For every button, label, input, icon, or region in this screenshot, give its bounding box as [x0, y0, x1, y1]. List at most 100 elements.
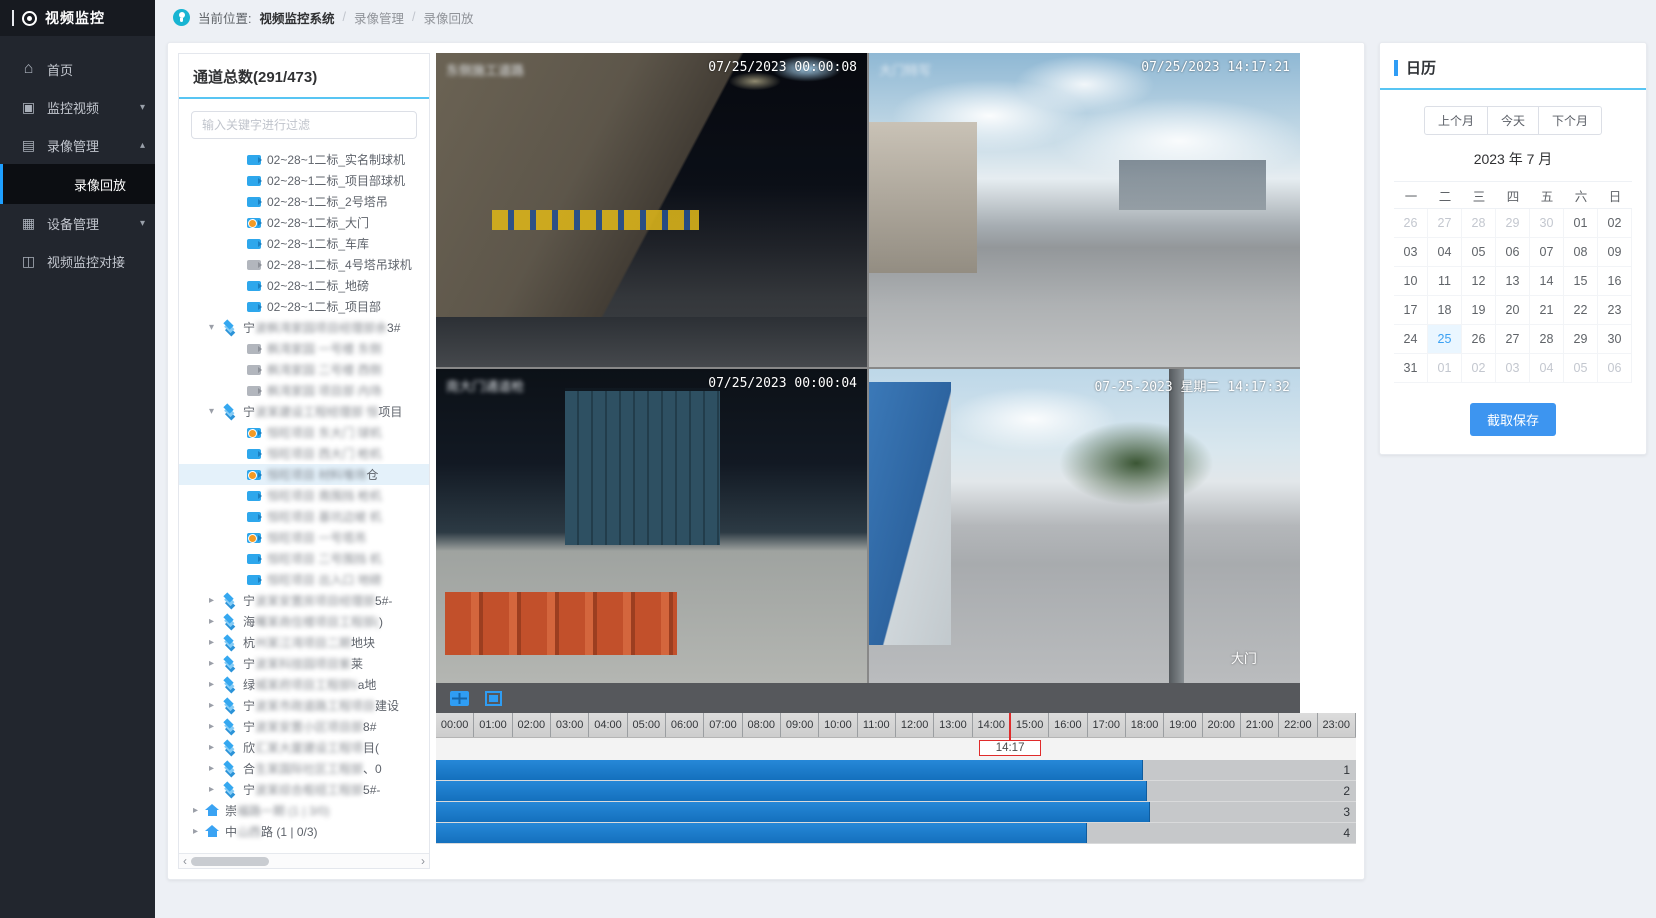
capture-save-button[interactable]: 截取保存 — [1470, 403, 1556, 436]
tree-expander-icon[interactable] — [209, 595, 221, 606]
calendar-day[interactable]: 03 — [1496, 354, 1530, 383]
calendar-day[interactable]: 14 — [1530, 267, 1564, 296]
hour-cell[interactable]: 10:00 — [819, 713, 857, 737]
tree-item[interactable]: 枫湾家园 一号楼 东侧 — [179, 338, 429, 359]
tree-item[interactable]: 海曙某商住楼项目工程部() — [179, 611, 429, 632]
hour-cell[interactable]: 01:00 — [474, 713, 512, 737]
tree-item[interactable]: 合生某国际社区工程部、0 — [179, 758, 429, 779]
hour-cell[interactable]: 19:00 — [1164, 713, 1202, 737]
tree-item[interactable]: 02~28~1二标_大门 — [179, 212, 429, 233]
tree-item[interactable]: 宁波某安置小区项目部8# — [179, 716, 429, 737]
scroll-left-icon[interactable]: ‹ — [183, 856, 187, 866]
calendar-day[interactable]: 02 — [1462, 354, 1496, 383]
tree-item[interactable]: 枫湾家园 二号楼 西侧 — [179, 359, 429, 380]
tree-horizontal-scrollbar[interactable]: ‹ › — [179, 853, 429, 868]
calendar-day[interactable]: 27 — [1496, 325, 1530, 354]
calendar-day[interactable]: 17 — [1394, 296, 1428, 325]
calendar-day[interactable]: 04 — [1530, 354, 1564, 383]
tree-expander-icon[interactable] — [209, 700, 221, 711]
tree-item[interactable]: 绿城某府项目工程部5a地 — [179, 674, 429, 695]
sidebar-nav-item[interactable]: 设备管理 ▾ — [0, 204, 155, 242]
tree-expander-icon[interactable] — [209, 721, 221, 732]
calendar-day[interactable]: 28 — [1462, 209, 1496, 238]
calendar-day[interactable]: 26 — [1462, 325, 1496, 354]
channel-search-input[interactable] — [191, 111, 417, 139]
calendar-day[interactable]: 11 — [1428, 267, 1462, 296]
hour-cell[interactable]: 14:00 — [973, 713, 1011, 737]
calendar-day[interactable]: 01 — [1564, 209, 1598, 238]
tree-item[interactable]: 02~28~1二标_项目部 — [179, 296, 429, 317]
hour-cell[interactable]: 12:00 — [896, 713, 934, 737]
scrollbar-thumb[interactable] — [191, 857, 269, 866]
hour-cell[interactable]: 22:00 — [1279, 713, 1317, 737]
calendar-day[interactable]: 22 — [1564, 296, 1598, 325]
tree-expander-icon[interactable] — [209, 616, 221, 627]
calendar-day[interactable]: 15 — [1564, 267, 1598, 296]
tree-item[interactable]: 宁波枫湾家园项目经理部余3# — [179, 317, 429, 338]
tree-item[interactable]: 02~28~1二标_车库 — [179, 233, 429, 254]
calendar-day[interactable]: 02 — [1598, 209, 1632, 238]
sidebar-nav-item[interactable]: 监控视频 ▾ — [0, 88, 155, 126]
hour-cell[interactable]: 05:00 — [628, 713, 666, 737]
calendar-day[interactable]: 24 — [1394, 325, 1428, 354]
breadcrumb-item-record-mgmt[interactable]: 录像管理 — [354, 8, 404, 27]
tree-item[interactable]: 宁波某科技园项目紫莱 — [179, 653, 429, 674]
calendar-day[interactable]: 07 — [1530, 238, 1564, 267]
calendar-day[interactable]: 23 — [1598, 296, 1632, 325]
calendar-day[interactable]: 06 — [1496, 238, 1530, 267]
hour-cell[interactable]: 18:00 — [1126, 713, 1164, 737]
calendar-day[interactable]: 05 — [1564, 354, 1598, 383]
tree-expander-icon[interactable] — [209, 322, 221, 333]
tree-item[interactable]: 恒旺项目 二号围挡 机 — [179, 548, 429, 569]
calendar-day[interactable]: 25 — [1428, 325, 1462, 354]
tree-item[interactable]: 宁波某市政道路工程项目建设 — [179, 695, 429, 716]
track-row[interactable]: 3 — [436, 802, 1356, 823]
tree-expander-icon[interactable] — [209, 784, 221, 795]
breadcrumb-root[interactable]: 视频监控系统 — [259, 8, 334, 27]
sidebar-nav-item[interactable]: 首页 — [0, 50, 155, 88]
tree-expander-icon[interactable] — [193, 826, 205, 837]
calendar-day[interactable]: 08 — [1564, 238, 1598, 267]
hour-cell[interactable]: 08:00 — [743, 713, 781, 737]
breadcrumb-item-playback[interactable]: 录像回放 — [423, 8, 473, 27]
hour-cell[interactable]: 06:00 — [666, 713, 704, 737]
tree-item[interactable]: 02~28~1二标_2号塔吊 — [179, 191, 429, 212]
calendar-day[interactable]: 10 — [1394, 267, 1428, 296]
calendar-day[interactable]: 04 — [1428, 238, 1462, 267]
track-row[interactable]: 4 — [436, 823, 1356, 844]
calendar-day[interactable]: 01 — [1428, 354, 1462, 383]
tree-item[interactable]: 宁波某安置房项目经理部5#- — [179, 590, 429, 611]
tree-item[interactable]: 02~28~1二标_地磅 — [179, 275, 429, 296]
prev-month-button[interactable]: 上个月 — [1424, 106, 1488, 135]
video-cell[interactable]: 大门特写 07/25/2023 14:17:21 — [869, 53, 1300, 367]
sidebar-nav-item[interactable]: 录像管理 ▴ — [0, 126, 155, 164]
tree-item[interactable]: 宁波某建设工程经理部 恒项目 — [179, 401, 429, 422]
fullscreen-icon[interactable] — [485, 691, 502, 706]
tree-expander-icon[interactable] — [193, 805, 205, 816]
tree-item[interactable]: 02~28~1二标_实名制球机 — [179, 149, 429, 170]
hour-cell[interactable]: 11:00 — [858, 713, 896, 737]
calendar-day[interactable]: 19 — [1462, 296, 1496, 325]
hour-cell[interactable]: 07:00 — [704, 713, 742, 737]
calendar-day[interactable]: 16 — [1598, 267, 1632, 296]
calendar-day[interactable]: 31 — [1394, 354, 1428, 383]
calendar-day[interactable]: 03 — [1394, 238, 1428, 267]
hour-cell[interactable]: 16:00 — [1049, 713, 1087, 737]
calendar-day[interactable]: 30 — [1598, 325, 1632, 354]
playhead-line[interactable] — [1009, 713, 1011, 743]
video-cell[interactable]: 南大门通道枪 07/25/2023 00:00:04 — [436, 369, 867, 683]
calendar-day[interactable]: 27 — [1428, 209, 1462, 238]
tree-item[interactable]: 恒旺项目 东大门 球机 — [179, 422, 429, 443]
tree-item[interactable]: 枫湾家园 项目部 内场 — [179, 380, 429, 401]
sidebar-nav-item[interactable]: 视频监控对接 — [0, 242, 155, 280]
calendar-day[interactable]: 28 — [1530, 325, 1564, 354]
hour-cell[interactable]: 03:00 — [551, 713, 589, 737]
calendar-day[interactable]: 12 — [1462, 267, 1496, 296]
calendar-day[interactable]: 13 — [1496, 267, 1530, 296]
hour-cell[interactable]: 23:00 — [1318, 713, 1356, 737]
calendar-day[interactable]: 26 — [1394, 209, 1428, 238]
video-cell[interactable]: 07-25-2023 星期二 14:17:32 大门 — [869, 369, 1300, 683]
sidebar-nav-item[interactable]: 录像回放 — [0, 164, 155, 204]
track-row[interactable]: 1 — [436, 760, 1356, 781]
calendar-day[interactable]: 30 — [1530, 209, 1564, 238]
